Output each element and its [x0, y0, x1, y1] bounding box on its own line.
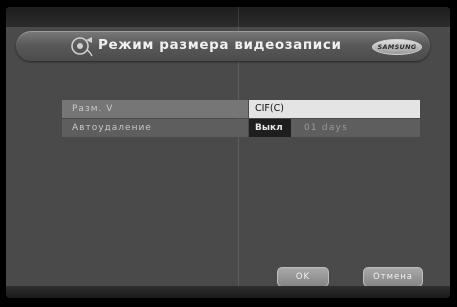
auto-delete-days[interactable]: 01 days — [294, 119, 420, 137]
setting-row-video-size[interactable]: Разм. V CIF(C) — [62, 100, 420, 118]
auto-delete-toggle[interactable]: Выкл — [249, 119, 291, 137]
tv-screen: Режим размера видеозаписи SAMSUNG Разм. … — [0, 0, 457, 307]
samsung-logo: SAMSUNG — [372, 39, 422, 55]
setting-label-video-size: Разм. V — [62, 100, 248, 118]
bottom-strip — [6, 286, 450, 298]
title-bar: Режим размера видеозаписи SAMSUNG — [16, 31, 430, 61]
setting-value-auto-delete[interactable]: Выкл 01 days — [249, 119, 420, 137]
setting-label-auto-delete: Автоудаление — [62, 119, 248, 137]
record-settings-icon — [71, 37, 93, 57]
setting-value-video-size[interactable]: CIF(C) — [249, 100, 420, 118]
page-title: Режим размера видеозаписи — [98, 37, 342, 53]
menu-panel: Режим размера видеозаписи SAMSUNG Разм. … — [6, 7, 450, 298]
cancel-button[interactable]: Отмена — [363, 267, 423, 287]
setting-row-auto-delete[interactable]: Автоудаление Выкл 01 days — [62, 119, 420, 137]
top-strip — [6, 7, 450, 27]
ok-button[interactable]: OK — [277, 267, 329, 287]
